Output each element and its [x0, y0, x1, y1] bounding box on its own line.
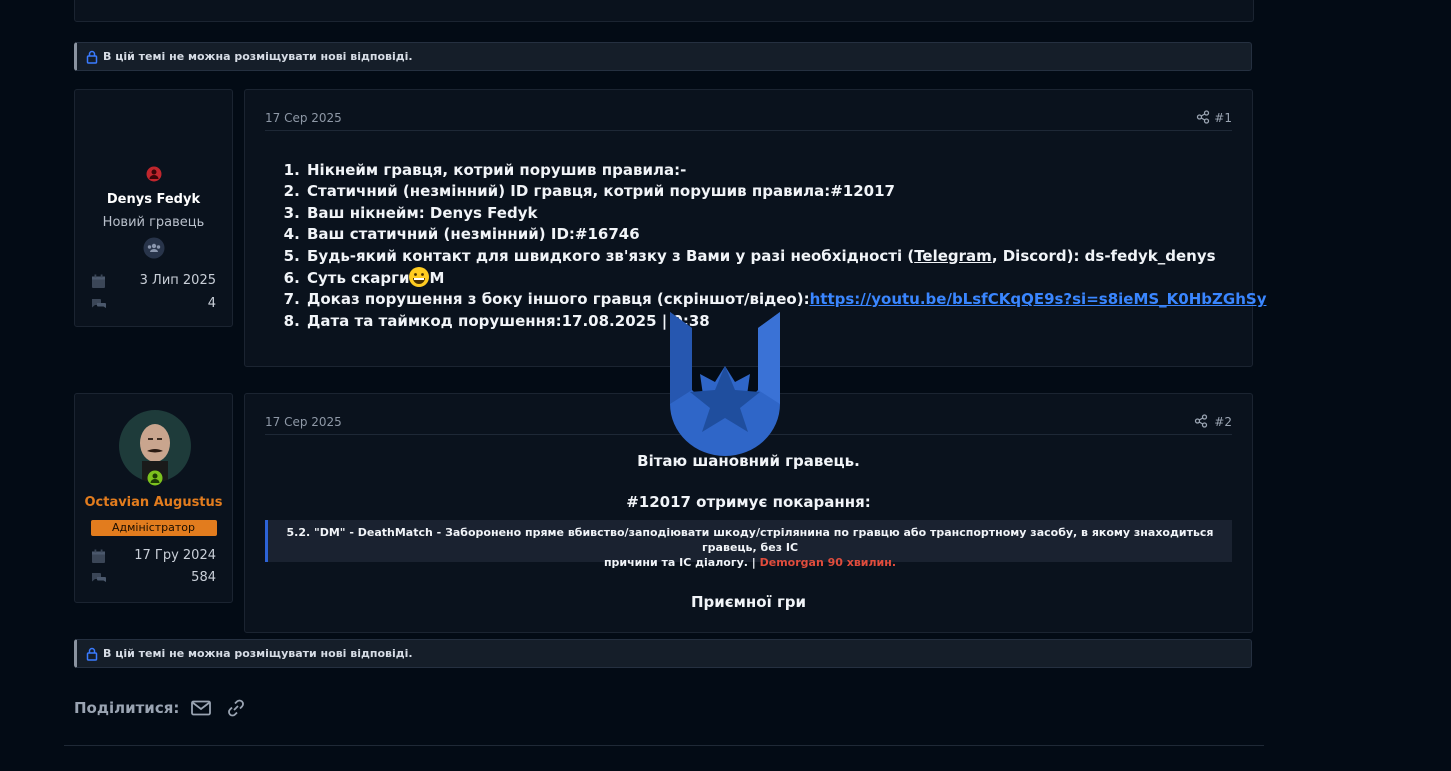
- quote-penalty: Demorgan 90 хвилин.: [759, 556, 897, 569]
- item-text: M: [429, 269, 445, 288]
- item-text: Ваш статичний (незмінний) ID:#16746: [307, 225, 640, 244]
- emoji-icon: [409, 267, 430, 288]
- list-item: Статичний (незмінний) ID гравця, котрий …: [305, 181, 1266, 202]
- online-status-icon: [147, 470, 163, 486]
- post1-joined-row: 3 Лип 2025: [91, 273, 216, 291]
- rule-quote: 5.2. "DM" - DeathMatch - Заборонено прям…: [265, 520, 1232, 569]
- envelope-icon[interactable]: [191, 700, 212, 716]
- post1-header: 17 Сер 2025 #1: [265, 90, 1232, 131]
- item-text: Ваш нікнейм: Denys Fedyk: [307, 203, 538, 222]
- share-icon[interactable]: [1196, 110, 1210, 124]
- locked-notice-top: В цій темі не можна розміщувати нові від…: [74, 42, 1252, 71]
- item-text: Суть скарги: [307, 269, 410, 288]
- post1-author-title: Новий гравець: [102, 215, 205, 230]
- quote-line-1: 5.2. "DM" - DeathMatch - Заборонено прям…: [286, 526, 1214, 554]
- post1-author-name[interactable]: Denys Fedyk: [75, 192, 232, 207]
- post2-number[interactable]: #2: [1214, 415, 1232, 429]
- post2-joined-date: 17 Гру 2024: [134, 548, 216, 563]
- item-text: , Discord): ds-fedyk_denys: [991, 246, 1216, 265]
- post2-joined-row: 17 Гру 2024: [91, 548, 216, 566]
- report-form-list: Нікнейм гравця, котрий порушив правила:-…: [305, 160, 1266, 332]
- share-icon[interactable]: [1194, 414, 1208, 428]
- item-text: Будь-який контакт для швидкого зв'язку з…: [307, 246, 915, 265]
- notice-text: В цій темі не можна розміщувати нові від…: [103, 647, 413, 660]
- offline-status-icon: [146, 166, 162, 182]
- calendar-icon: [92, 549, 105, 563]
- list-item: Суть скарги M: [305, 267, 1266, 289]
- quote-line-2: причини та IC діалогу. | Demorgan 90 хви…: [278, 555, 1222, 570]
- post2-messages-row: 584: [91, 570, 216, 588]
- quote-text: причини та IC діалогу. |: [603, 556, 760, 569]
- lock-icon: [86, 647, 98, 661]
- watermark-logo: [670, 312, 780, 456]
- punishment-text: #12017 отримує покарання:: [626, 493, 871, 511]
- post1-number[interactable]: #1: [1214, 111, 1232, 125]
- locked-notice-bottom: В цій темі не можна розміщувати нові від…: [74, 639, 1252, 668]
- post1-joined-date: 3 Лип 2025: [139, 273, 216, 288]
- share-bar: Поділитися:: [74, 697, 247, 719]
- previous-block: [74, 0, 1254, 22]
- closing-text: Приємної гри: [690, 593, 807, 611]
- item-text: Дата та таймкод порушення:17.08.2025 | 0…: [307, 311, 710, 330]
- messages-icon: [92, 299, 106, 308]
- post1-messages-count: 4: [207, 296, 216, 311]
- post1-messages-row: 4: [91, 296, 216, 314]
- list-item: Ваш статичний (незмінний) ID:#16746: [305, 224, 1266, 245]
- list-item: Нікнейм гравця, котрий порушив правила:-: [305, 160, 1266, 181]
- role-badge-wrap: Адміністратор: [75, 516, 232, 536]
- list-item: Будь-який контакт для швидкого зв'язку з…: [305, 246, 1266, 267]
- post2-messages-count: 584: [191, 570, 216, 585]
- post1-userinfo: Denys Fedyk Новий гравець 3 Лип 2025 4: [74, 89, 233, 327]
- item-text: Доказ порушення з боку іншого гравця (ск…: [307, 290, 810, 309]
- link-icon[interactable]: [225, 697, 247, 719]
- group-icon: [143, 237, 165, 259]
- list-item: Дата та таймкод порушення:17.08.2025 | 0…: [305, 311, 1266, 332]
- post2-date[interactable]: 17 Сер 2025: [265, 415, 342, 429]
- share-label: Поділитися:: [74, 699, 180, 717]
- list-item: Ваш нікнейм: Denys Fedyk: [305, 203, 1266, 224]
- calendar-icon: [92, 274, 105, 288]
- youtube-link[interactable]: https://youtu.be/bLsfCKqQE9s?si=s8ieMS_K…: [810, 290, 1267, 308]
- footer-divider: [64, 745, 1264, 746]
- lock-icon: [86, 50, 98, 64]
- item-text: Нікнейм гравця, котрий порушив правила:-: [307, 161, 687, 179]
- post2-userinfo: Octavian Augustus Адміністратор 17 Гру 2…: [74, 393, 233, 603]
- post2-author-name[interactable]: Octavian Augustus: [75, 495, 232, 510]
- telegram-link[interactable]: Telegram: [914, 247, 992, 265]
- post1-date[interactable]: 17 Сер 2025: [265, 111, 342, 125]
- item-text: Статичний (незмінний) ID гравця, котрий …: [307, 182, 895, 201]
- admin-badge: Адміністратор: [90, 520, 217, 536]
- messages-icon: [92, 573, 106, 582]
- list-item: Доказ порушення з боку іншого гравця (ск…: [305, 289, 1266, 310]
- notice-text: В цій темі не можна розміщувати нові від…: [103, 50, 413, 63]
